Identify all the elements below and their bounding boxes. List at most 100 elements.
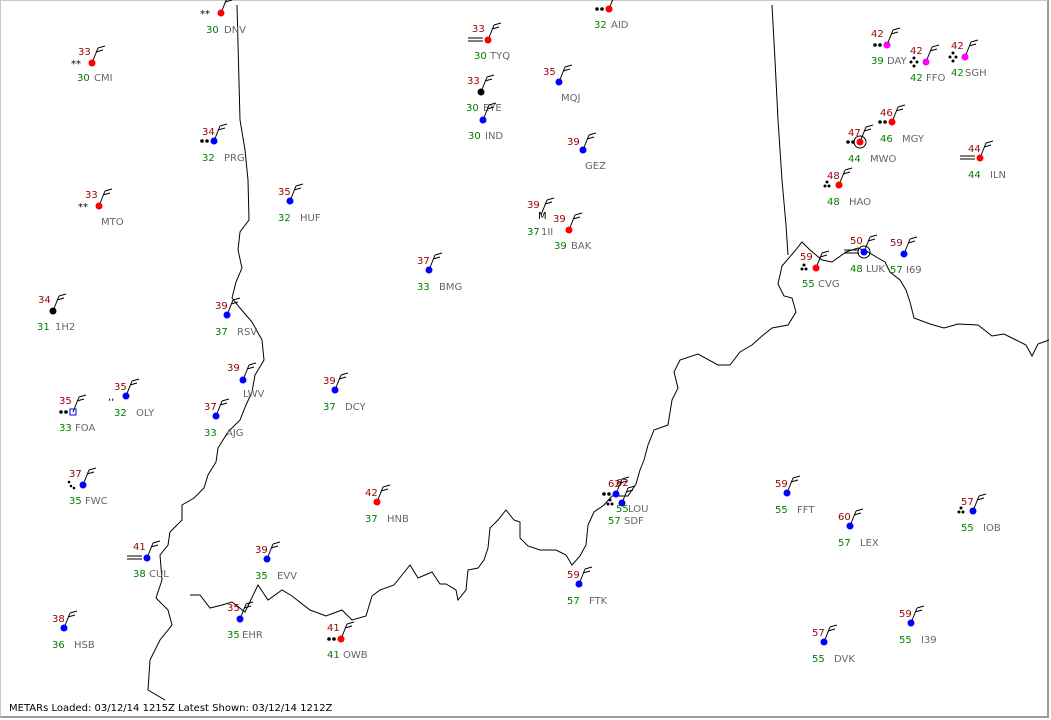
temperature-label: 41	[133, 542, 146, 553]
station-oly[interactable]: ,,35 32 OLY	[108, 378, 155, 419]
station-marker	[212, 412, 220, 420]
station-marker	[60, 624, 68, 632]
station-evv[interactable]: 39 35 EVV	[255, 541, 297, 582]
station-mgy[interactable]: 46 46 MGY	[878, 104, 925, 145]
station-luk[interactable]: 50 48 LUK	[844, 234, 885, 275]
station-eye[interactable]: 3330 EYE	[466, 74, 502, 114]
temperature-label: 59	[775, 479, 788, 490]
temperature-label: 37	[204, 402, 217, 413]
weather-symbol	[200, 139, 209, 143]
station-ehr[interactable]: 3535 EHR	[227, 601, 263, 641]
station-id-label: FFO	[926, 73, 946, 84]
station-hsb[interactable]: 38 36 HSB	[52, 610, 95, 651]
temperature-label: 33	[85, 190, 98, 201]
station-sgh[interactable]: 4242 SGH	[948, 39, 987, 79]
snow-symbol: **	[200, 9, 210, 20]
station-mto[interactable]: **33 MTO	[78, 188, 124, 228]
station-aid[interactable]: 32 AID	[594, 0, 629, 31]
station-id-label: FOA	[75, 423, 95, 434]
station-fwc[interactable]: 37 35 FWC	[67, 467, 108, 507]
station-id-label: SDF	[624, 516, 644, 527]
station-marker	[579, 146, 587, 154]
station-id-label: OLY	[136, 408, 155, 419]
station-id-label: FFT	[797, 505, 815, 516]
station-marker	[223, 311, 231, 319]
station-dnv[interactable]: ** 30 DNV	[200, 0, 246, 36]
temperature-label: 35	[227, 603, 240, 614]
weather-symbol: **	[78, 202, 88, 213]
station-foa[interactable]: 35 33 FOA	[59, 394, 95, 434]
station-ajg[interactable]: 37 33 AJG	[204, 398, 244, 439]
station-hnb[interactable]: 42 37 HNB	[365, 484, 409, 525]
station-id-label: HAO	[849, 197, 871, 208]
metar-map[interactable]: **30 DNV**3330 CMI3432 PRG**33MTO3532 HUF343…	[0, 0, 1051, 720]
weather-symbol	[960, 155, 975, 160]
station-id-label: ILN	[990, 170, 1006, 181]
station-gez[interactable]: 39 GEZ	[567, 132, 606, 172]
station-prg[interactable]: 34 32 PRG	[200, 123, 245, 164]
temperature-label: 47	[848, 128, 861, 139]
station-rsv[interactable]: 39 37 RSV	[215, 297, 257, 338]
station-cvg[interactable]: 59 55 CVG	[800, 250, 840, 290]
station-marker	[565, 226, 573, 234]
dewpoint-label: 32	[594, 20, 607, 31]
station-mwo[interactable]: 47 44 MWO	[846, 124, 897, 165]
station-cmi[interactable]: **33 30 CMI	[71, 45, 113, 84]
ohio-river	[190, 241, 1050, 621]
temperature-label: 33	[78, 47, 91, 58]
station-id-label: PRG	[224, 153, 245, 164]
station-i69[interactable]: 59 57 I69	[890, 236, 922, 276]
station-id-label: 1II	[541, 227, 553, 238]
station-bak[interactable]: 39 39 BAK	[553, 212, 592, 252]
station-iob[interactable]: 57 55 IOB	[957, 493, 1001, 534]
station-marker	[612, 490, 620, 498]
station-lex[interactable]: 60 57 LEX	[838, 508, 879, 549]
weather-symbol	[327, 637, 336, 641]
station-owb[interactable]: 4141 OWB	[327, 621, 368, 661]
station-id-label: 1H2	[55, 322, 75, 333]
station-dvk[interactable]: 57 55 DVK	[812, 624, 855, 665]
dewpoint-label: 55	[775, 505, 788, 516]
temperature-label: 42	[871, 29, 884, 40]
temperature-label: 39	[255, 545, 268, 556]
temperature-label: 39	[323, 376, 336, 387]
dewpoint-label: 37	[365, 514, 378, 525]
weather-symbol	[602, 492, 611, 496]
dewpoint-label: 44	[968, 170, 981, 181]
temperature-label: 48	[827, 171, 840, 182]
station-fft[interactable]: 59 55 FFT	[775, 475, 815, 516]
station-hao[interactable]: 48 48 HAO	[823, 167, 872, 208]
temperature-label: 37	[417, 256, 430, 267]
station-1h2[interactable]: 34 31 1H2	[37, 293, 75, 333]
station-mqj[interactable]: 35 MQJ	[543, 64, 580, 104]
dewpoint-label: 30	[77, 73, 90, 84]
station-id-label: EHR	[242, 630, 263, 641]
station-huf[interactable]: 35 32 HUF	[278, 183, 321, 224]
dewpoint-label: 41	[327, 650, 340, 661]
station-marker	[846, 522, 854, 530]
station-day[interactable]: 42 39 DAY	[871, 27, 908, 67]
station-ftk[interactable]: 59 57 FTK	[567, 566, 608, 607]
station-id-label: IND	[485, 131, 503, 142]
dewpoint-label: 42	[951, 68, 964, 79]
status-bar: METARs Loaded: 03/12/14 1215Z Latest Sho…	[9, 703, 333, 714]
missing-marker: M	[538, 211, 547, 222]
dewpoint-label: 38	[133, 569, 146, 580]
dewpoint-label: 30	[468, 131, 481, 142]
station-i39[interactable]: 59 55 I39	[899, 605, 937, 646]
weather-symbol	[127, 555, 142, 560]
station-1ii[interactable]: M39 37 1II	[527, 197, 555, 238]
station-tyq[interactable]: 33 30 TYQ	[468, 22, 510, 62]
station-bmg[interactable]: 37 33 BMG	[417, 252, 462, 293]
station-marker	[575, 580, 583, 588]
station-id-label: EVV	[277, 571, 297, 582]
temperature-label: 33	[467, 76, 480, 87]
weather-symbol: ,,	[108, 392, 114, 403]
station-dcy[interactable]: 39 37 DCY	[323, 372, 367, 413]
station-marker	[49, 307, 57, 315]
station-iln[interactable]: 44 44 ILN	[960, 140, 1006, 181]
station-ffo[interactable]: 4242 FFO	[909, 44, 946, 84]
station-cul[interactable]: 41 38 CUL	[127, 540, 169, 580]
station-id-label: HUF	[300, 213, 321, 224]
station-id-label: MGY	[902, 134, 925, 145]
